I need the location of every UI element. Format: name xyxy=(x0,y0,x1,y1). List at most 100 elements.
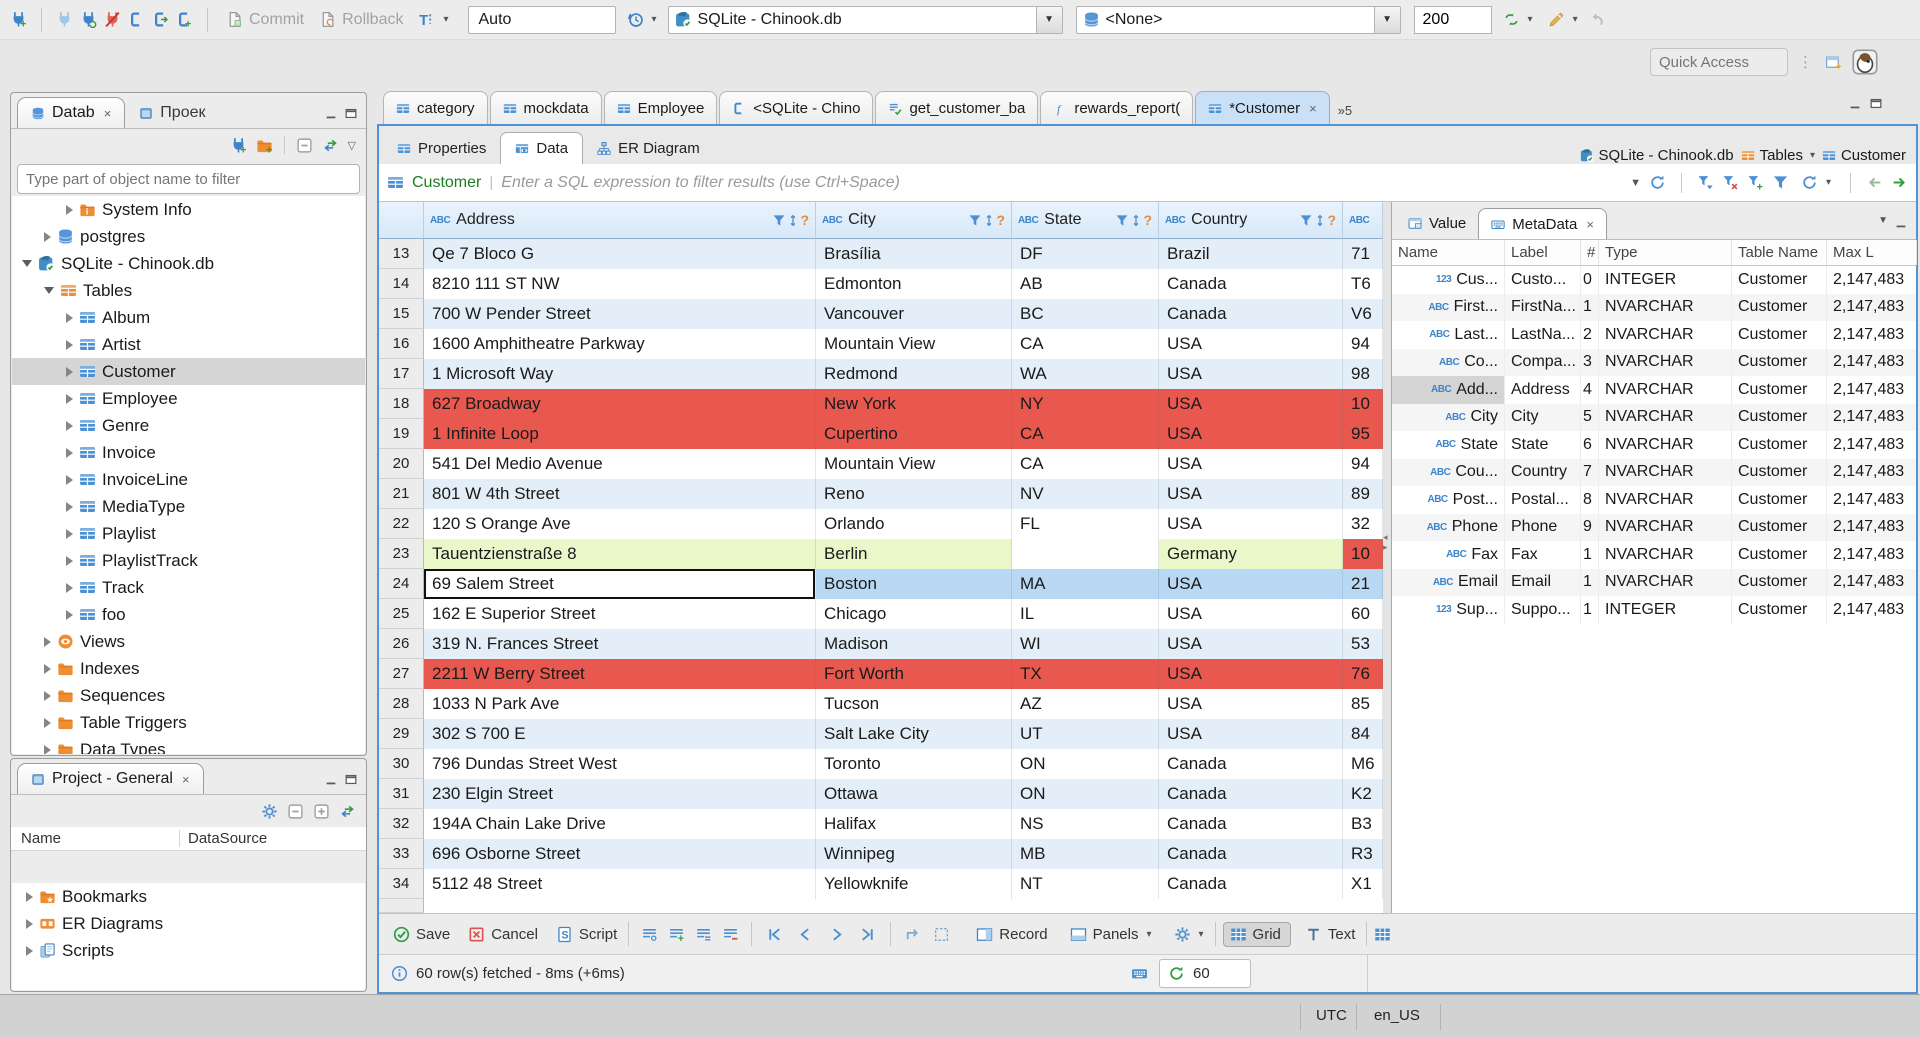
tree-collapsed-icon[interactable] xyxy=(66,555,73,566)
grid-cell[interactable]: Qe 7 Bloco G xyxy=(424,239,816,269)
grid-cell[interactable]: Salt Lake City xyxy=(816,719,1012,749)
dbeaver-perspective-icon[interactable] xyxy=(1852,49,1878,75)
grid-cell[interactable]: Yellowknife xyxy=(816,869,1012,899)
grid-cell[interactable]: 796 Dundas Street West xyxy=(424,749,816,779)
grid-cell[interactable]: AZ xyxy=(1012,689,1159,719)
save-filter-icon[interactable]: + xyxy=(1747,174,1764,191)
tree-item-playlist[interactable]: Playlist xyxy=(12,520,365,547)
tree-collapsed-icon[interactable] xyxy=(66,366,73,377)
panel-menu-icon[interactable]: ▼ xyxy=(1878,215,1888,229)
grid-cell[interactable]: Cupertino xyxy=(816,419,1012,449)
row-number[interactable]: 29 xyxy=(379,719,424,749)
grid-cell[interactable]: 95 xyxy=(1343,419,1383,449)
metadata-row-city[interactable]: ABC City City 5 NVARCHAR Customer 2,147,483 xyxy=(1392,403,1916,431)
grid-cell[interactable]: AB xyxy=(1012,269,1159,299)
tree-collapsed-icon[interactable] xyxy=(66,474,73,485)
metadata-row-fax[interactable]: ABC Fax Fax 1 NVARCHAR Customer 2,147,483 xyxy=(1392,541,1916,569)
commit-button[interactable]: Commit xyxy=(222,11,308,29)
edit-value-icon[interactable] xyxy=(641,926,658,943)
grid-cell[interactable]: 10 xyxy=(1343,389,1383,419)
grid-cell[interactable]: Canada xyxy=(1159,779,1343,809)
maximize-icon[interactable] xyxy=(1869,96,1883,110)
grid-cell[interactable]: 84 xyxy=(1343,719,1383,749)
grid-cell[interactable]: 302 S 700 E xyxy=(424,719,816,749)
cancel-button[interactable]: Cancel xyxy=(464,926,542,943)
grid-cell[interactable]: 2211 W Berry Street xyxy=(424,659,816,689)
open-sql-console-icon[interactable] xyxy=(152,11,169,28)
open-perspective-icon[interactable]: ✦ xyxy=(1825,54,1842,71)
new-sql-editor-icon[interactable]: + xyxy=(176,11,193,28)
metadata-column-3[interactable]: Type xyxy=(1599,240,1732,265)
grid-cell[interactable]: 120 S Orange Ave xyxy=(424,509,816,539)
grid-cell[interactable]: DF xyxy=(1012,239,1159,269)
tree-item-mediatype[interactable]: MediaType xyxy=(12,493,365,520)
column-header-name[interactable]: Name xyxy=(11,830,179,847)
back-icon[interactable] xyxy=(1866,174,1883,191)
close-icon[interactable]: × xyxy=(104,106,112,121)
row-number[interactable]: 20 xyxy=(379,449,424,479)
grid-cell[interactable]: 1600 Amphitheatre Parkway xyxy=(424,329,816,359)
subtab-er-diagram[interactable]: ER Diagram xyxy=(583,132,714,164)
metadata-row-compa-[interactable]: ABC Co... Compa... 3 NVARCHAR Customer 2,147,4… xyxy=(1392,348,1916,376)
sort-icon[interactable] xyxy=(786,213,800,227)
grid-cell[interactable]: 194A Chain Lake Drive xyxy=(424,809,816,839)
grid-cell[interactable]: 76 xyxy=(1343,659,1383,689)
gear-icon[interactable] xyxy=(261,803,278,820)
grid-cell[interactable]: USA xyxy=(1159,599,1343,629)
tree-item-genre[interactable]: Genre xyxy=(12,412,365,439)
grid-cell[interactable]: TX xyxy=(1012,659,1159,689)
row-number[interactable]: 25 xyxy=(379,599,424,629)
column-header-state[interactable]: ABC State? xyxy=(1012,202,1159,239)
disconnect-icon[interactable] xyxy=(104,11,121,28)
column-header-postalcode[interactable]: ABC xyxy=(1343,202,1383,239)
column-header-country[interactable]: ABC Country? xyxy=(1159,202,1343,239)
grid-cell[interactable]: 71 xyxy=(1343,239,1383,269)
tab-projects[interactable]: Проек xyxy=(125,97,219,128)
grid-cell[interactable]: NV xyxy=(1012,479,1159,509)
grid-cell[interactable]: 1 Infinite Loop xyxy=(424,419,816,449)
grid-cell[interactable]: 94 xyxy=(1343,329,1383,359)
grid-cell[interactable]: USA xyxy=(1159,419,1343,449)
subtab-properties[interactable]: Properties xyxy=(383,132,500,164)
connect-icon[interactable] xyxy=(56,11,73,28)
grid-cell[interactable]: 98 xyxy=(1343,359,1383,389)
row-number[interactable]: 28 xyxy=(379,689,424,719)
navigator-filter-input[interactable] xyxy=(17,164,360,194)
grid-cell[interactable]: FL xyxy=(1012,509,1159,539)
project-item-scripts[interactable]: Scripts xyxy=(12,937,365,964)
column-header-address[interactable]: ABC Address? xyxy=(424,202,816,239)
save-button[interactable]: Save xyxy=(389,926,454,943)
first-row-icon[interactable] xyxy=(766,926,783,943)
link-with-editor-icon[interactable] xyxy=(322,137,339,154)
grid-cell[interactable]: X1 xyxy=(1343,869,1383,899)
editor-tab-category[interactable]: category xyxy=(383,91,488,124)
row-number[interactable]: 14 xyxy=(379,269,424,299)
grid-cell[interactable]: USA xyxy=(1159,389,1343,419)
grid-cell[interactable]: WI xyxy=(1012,629,1159,659)
grid-cell[interactable]: 696 Osborne Street xyxy=(424,839,816,869)
grid-cell[interactable]: UT xyxy=(1012,719,1159,749)
hidden-tabs-indicator[interactable]: »5 xyxy=(1338,103,1352,124)
forward-icon[interactable] xyxy=(1891,174,1908,191)
grid-cell[interactable]: 1 Microsoft Way xyxy=(424,359,816,389)
tree-item-foo[interactable]: foo xyxy=(12,601,365,628)
tree-collapsed-icon[interactable] xyxy=(66,204,73,215)
schema-combo[interactable]: <None> ▼ xyxy=(1075,5,1401,34)
transaction-mode-button[interactable]: T ▾ xyxy=(414,11,452,28)
metadata-row-state[interactable]: ABC State State 6 NVARCHAR Customer 2,147,483 xyxy=(1392,431,1916,459)
fetch-count-box[interactable]: 60 xyxy=(1159,959,1251,988)
row-number[interactable]: 27 xyxy=(379,659,424,689)
minimize-icon[interactable] xyxy=(1894,215,1908,229)
grid-cell[interactable]: Canada xyxy=(1159,839,1343,869)
delete-row-icon[interactable] xyxy=(722,926,739,943)
panels-button[interactable]: Panels ▾ xyxy=(1066,926,1156,943)
tree-collapsed-icon[interactable] xyxy=(66,582,73,593)
grid-cell[interactable]: Madison xyxy=(816,629,1012,659)
grid-cell[interactable]: T6 xyxy=(1343,269,1383,299)
filter-entity[interactable]: Customer xyxy=(412,174,481,192)
tree-collapsed-icon[interactable] xyxy=(44,690,51,701)
refresh-result-button[interactable]: ▾ xyxy=(1797,174,1835,191)
grid-cell[interactable]: Canada xyxy=(1159,749,1343,779)
tree-item-sqlite-chinook-db[interactable]: SQLite - Chinook.db xyxy=(12,250,365,277)
grid-cell[interactable]: BC xyxy=(1012,299,1159,329)
